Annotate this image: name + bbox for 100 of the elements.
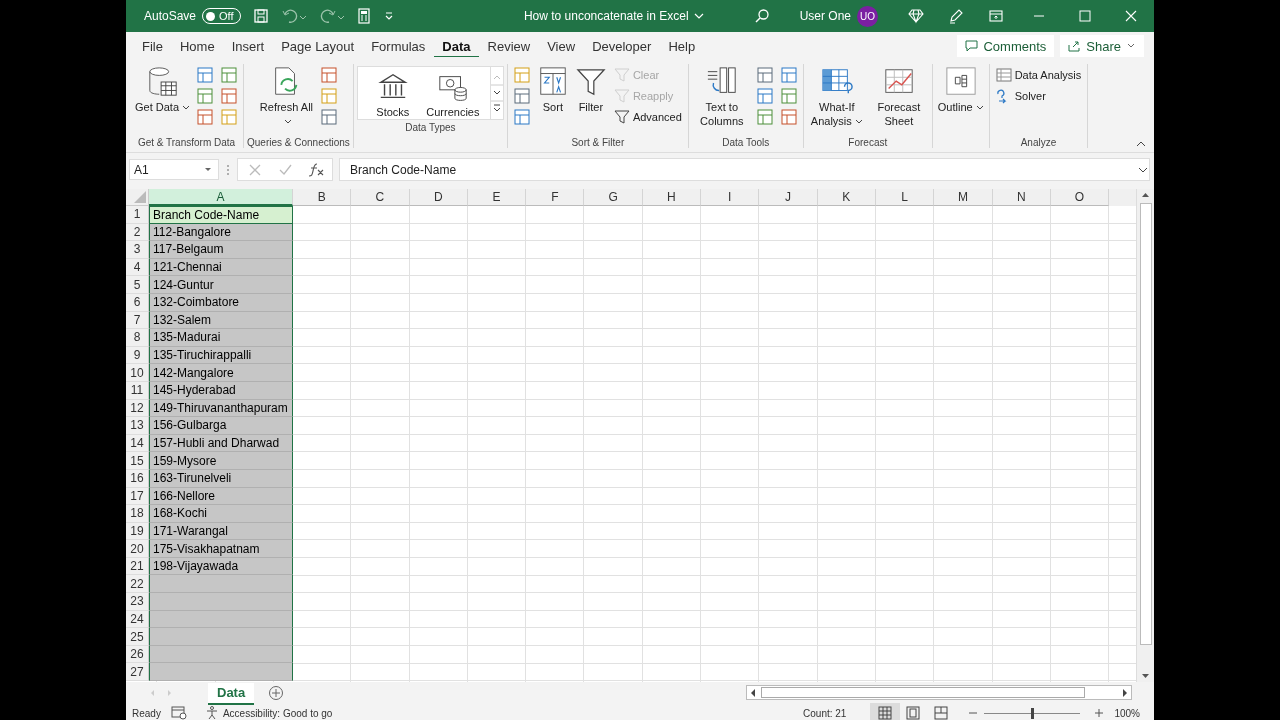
ribbon-button[interactable]: Solver	[992, 85, 1085, 106]
zoom-level[interactable]: 100%	[1114, 707, 1140, 719]
share-button[interactable]: Share	[1060, 35, 1144, 57]
ribbon-button[interactable]: What-If Analysis	[806, 64, 867, 130]
row-header[interactable]: 18	[126, 505, 149, 523]
row-header[interactable]: 10	[126, 364, 149, 382]
search-icon[interactable]	[753, 8, 770, 24]
row-header[interactable]: 3	[126, 241, 149, 259]
ribbon-display-icon[interactable]	[988, 8, 1004, 24]
ribbon-button[interactable]: Sort	[534, 64, 571, 116]
table-cell[interactable]	[149, 593, 293, 611]
row-header[interactable]: 27	[126, 663, 149, 682]
tool-icon[interactable]	[512, 108, 531, 126]
ribbon-tab[interactable]: Review	[479, 32, 539, 60]
column-header[interactable]: E	[467, 189, 527, 206]
table-cell[interactable]: 168-Kochi	[149, 505, 293, 523]
ribbon-button[interactable]: Get Data	[133, 64, 193, 116]
select-all-icon[interactable]	[134, 191, 146, 203]
tool-icon[interactable]	[196, 87, 215, 105]
tool-icon[interactable]	[220, 66, 239, 84]
ribbon-button[interactable]: Filter	[572, 64, 609, 116]
tool-icon[interactable]	[755, 87, 774, 105]
formula-field[interactable]: Branch Code-Name	[339, 158, 1150, 181]
sheet-tab[interactable]: Data	[208, 682, 255, 703]
accessibility-status[interactable]: Accessibility: Good to go	[204, 706, 333, 720]
caret-icon[interactable]	[693, 12, 704, 20]
table-cell[interactable]	[149, 628, 293, 646]
document-title[interactable]: How to unconcatenate in Excel	[523, 9, 689, 23]
ribbon-tab[interactable]: Home	[171, 32, 223, 60]
zoom-in-icon[interactable]	[1094, 708, 1105, 718]
row-header[interactable]: 13	[126, 417, 149, 435]
row-header[interactable]: 22	[126, 575, 149, 594]
column-header[interactable]: B	[293, 189, 352, 206]
table-cell[interactable]: 117-Belgaum	[149, 241, 293, 259]
tool-icon[interactable]	[779, 66, 798, 84]
table-cell[interactable]: 159-Mysore	[149, 452, 293, 470]
column-header[interactable]: H	[642, 189, 702, 206]
column-header[interactable]: M	[934, 189, 993, 206]
ribbon-button[interactable]: Currencies	[423, 67, 482, 121]
calculator-icon[interactable]	[356, 8, 371, 24]
column-header[interactable]: F	[526, 189, 585, 206]
user-avatar[interactable]: UO	[857, 5, 878, 27]
user-name[interactable]: User One	[799, 9, 851, 23]
collapse-ribbon-icon[interactable]	[1136, 140, 1146, 148]
tool-icon[interactable]	[196, 66, 215, 84]
ribbon-tab[interactable]: Page Layout	[273, 32, 363, 60]
tool-icon[interactable]	[512, 87, 531, 105]
ribbon-tab[interactable]: View	[539, 32, 584, 60]
tool-icon[interactable]	[779, 87, 798, 105]
table-cell[interactable]: 142-Mangalore	[149, 364, 293, 382]
insert-function-icon[interactable]	[308, 162, 324, 177]
ribbon-button[interactable]: Advanced	[610, 106, 685, 127]
save-icon[interactable]	[252, 8, 269, 24]
row-header[interactable]: 5	[126, 276, 149, 294]
macro-record-icon[interactable]	[170, 706, 187, 720]
add-sheet-icon[interactable]	[268, 684, 285, 701]
ribbon-button[interactable]: Refresh All	[256, 64, 317, 130]
ribbon-tab[interactable]: File	[134, 32, 171, 60]
tool-icon[interactable]	[512, 66, 531, 84]
table-cell[interactable]: Branch Code-Name	[149, 206, 293, 224]
table-cell[interactable]: 135-Madurai	[149, 329, 293, 347]
row-header[interactable]: 23	[126, 593, 149, 611]
table-cell[interactable]	[149, 663, 293, 682]
row-header[interactable]: 8	[126, 329, 149, 347]
column-header[interactable]: O	[1050, 189, 1110, 206]
cancel-icon[interactable]	[248, 162, 262, 177]
ribbon-tab[interactable]: Help	[660, 32, 704, 60]
enter-icon[interactable]	[278, 162, 292, 177]
ribbon-tab[interactable]: Insert	[223, 32, 273, 60]
tool-icon[interactable]	[779, 108, 798, 126]
tool-icon[interactable]	[755, 66, 774, 84]
row-header[interactable]: 20	[126, 540, 149, 558]
redo-icon[interactable]	[318, 8, 345, 24]
row-header[interactable]: 25	[126, 628, 149, 646]
horizontal-scrollbar[interactable]	[746, 685, 1132, 700]
undo-icon[interactable]	[280, 8, 307, 24]
ribbon-tab[interactable]: Developer	[584, 32, 660, 60]
handle-icon[interactable]	[225, 162, 231, 177]
normal-view-icon[interactable]	[870, 703, 901, 720]
diamond-icon[interactable]	[908, 8, 924, 24]
ribbon-button[interactable]: Text to Columns	[691, 64, 752, 130]
table-cell[interactable]	[149, 575, 293, 594]
tool-icon[interactable]	[320, 108, 339, 126]
table-cell[interactable]: 175-Visakhapatnam	[149, 540, 293, 558]
comments-button[interactable]: Comments	[957, 35, 1055, 57]
ribbon-tab[interactable]: Formulas	[363, 32, 434, 60]
pen-icon[interactable]	[948, 8, 964, 24]
column-header[interactable]: G	[584, 189, 643, 206]
expand-icon[interactable]	[1138, 165, 1148, 174]
column-header[interactable]: I	[701, 189, 760, 206]
tool-icon[interactable]	[196, 108, 215, 126]
column-header[interactable]: A	[149, 189, 293, 206]
row-header[interactable]: 1	[126, 206, 149, 224]
table-cell[interactable]: 124-Guntur	[149, 276, 293, 294]
tool-icon[interactable]	[755, 108, 774, 126]
column-header[interactable]: K	[817, 189, 876, 206]
column-header[interactable]: N	[992, 189, 1051, 206]
row-header[interactable]: 15	[126, 452, 149, 470]
column-header[interactable]: J	[759, 189, 818, 206]
name-box[interactable]: A1	[129, 159, 219, 180]
